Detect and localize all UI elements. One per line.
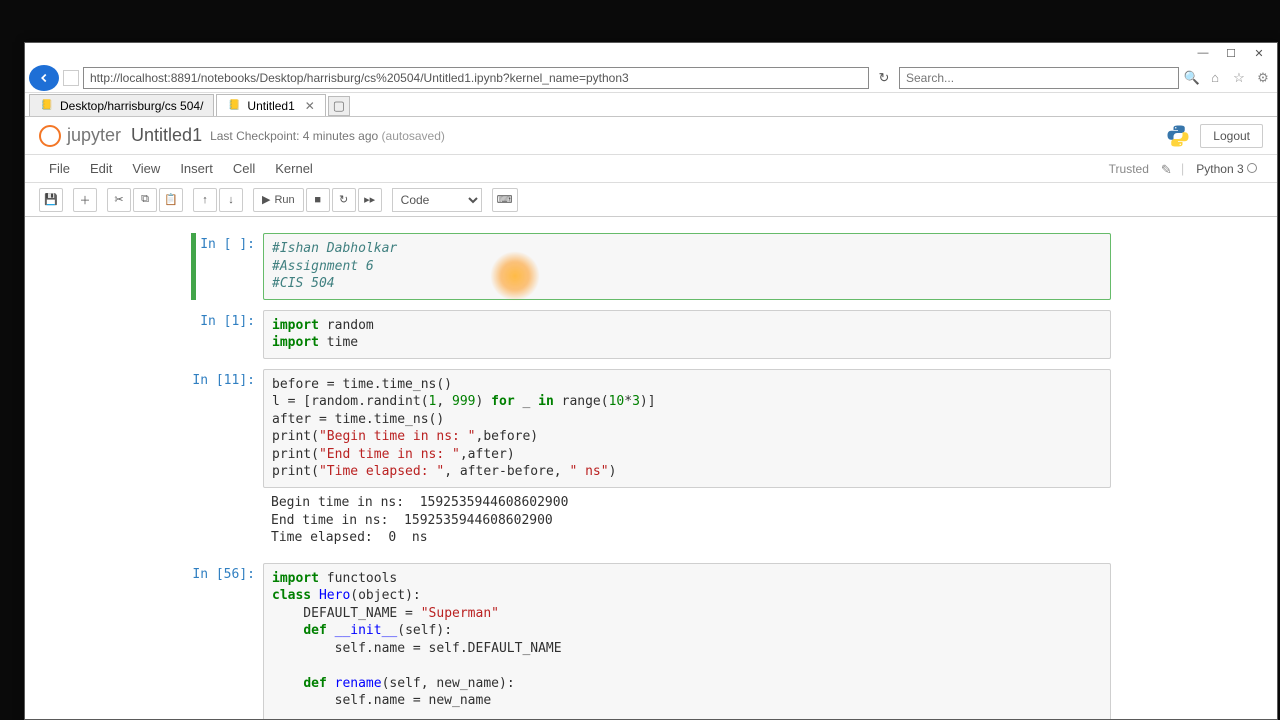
browser-search-input[interactable] xyxy=(899,67,1179,89)
copy-button[interactable]: ⧉ xyxy=(133,188,157,212)
code-input[interactable]: import random import time xyxy=(263,310,1111,359)
interrupt-button[interactable]: ■ xyxy=(306,188,330,212)
jupyter-app: jupyter Untitled1 Last Checkpoint: 4 min… xyxy=(25,117,1277,719)
restart-button[interactable]: ↻ xyxy=(332,188,356,212)
browser-tab-1[interactable]: 📒 Untitled1 ✕ xyxy=(216,94,325,116)
jupyter-tab-icon: 📒 xyxy=(227,99,241,113)
jupyter-tab-icon: 📒 xyxy=(40,99,54,113)
window-titlebar: — ☐ ✕ xyxy=(25,43,1277,63)
browser-tab-0[interactable]: 📒 Desktop/harrisburg/cs 504/ xyxy=(29,94,214,116)
cell-body: import random import time xyxy=(263,310,1111,359)
cell-output: Begin time in ns: 1592535944608602900 En… xyxy=(263,488,1111,553)
restart-run-all-button[interactable]: ▸▸ xyxy=(358,188,382,212)
cell-prompt: In [1]: xyxy=(191,310,263,359)
move-down-button[interactable]: ↓ xyxy=(219,188,243,212)
cell-prompt: In [11]: xyxy=(191,369,263,553)
jupyter-brand-text: jupyter xyxy=(67,125,121,146)
menu-view[interactable]: View xyxy=(122,157,170,180)
favorites-icon[interactable]: ☆ xyxy=(1229,68,1249,88)
notebook-name[interactable]: Untitled1 xyxy=(131,125,202,146)
code-input[interactable]: before = time.time_ns() l = [random.rand… xyxy=(263,369,1111,488)
menu-file[interactable]: File xyxy=(39,157,80,180)
menu-cell[interactable]: Cell xyxy=(223,157,265,180)
jupyter-logo-icon xyxy=(39,125,61,147)
cell-body: import functools class Hero(object): DEF… xyxy=(263,563,1111,719)
close-button[interactable]: ✕ xyxy=(1245,44,1273,62)
save-button[interactable]: 💾 xyxy=(39,188,63,212)
tab-title: Untitled1 xyxy=(247,99,294,113)
cell-type-select[interactable]: Code xyxy=(392,188,482,212)
jupyter-toolbar: 💾 ＋ ✂ ⧉ 📋 ↑ ↓ ▶ Run ■ ↻ ▸▸ Code xyxy=(25,183,1277,217)
browser-tabs: 📒 Desktop/harrisburg/cs 504/ 📒 Untitled1… xyxy=(25,93,1277,117)
tools-icon[interactable]: ⚙ xyxy=(1253,68,1273,88)
minimize-button[interactable]: — xyxy=(1189,44,1217,62)
address-bar-row: ↻ 🔍 ⌂ ☆ ⚙ xyxy=(25,63,1277,93)
menu-edit[interactable]: Edit xyxy=(80,157,122,180)
logout-button[interactable]: Logout xyxy=(1200,124,1263,148)
maximize-button[interactable]: ☐ xyxy=(1217,44,1245,62)
code-input[interactable]: import functools class Hero(object): DEF… xyxy=(263,563,1111,719)
notebook-body[interactable]: In [ ]:#Ishan Dabholkar #Assignment 6 #C… xyxy=(25,217,1277,719)
command-palette-button[interactable]: ⌨ xyxy=(492,188,518,212)
menu-insert[interactable]: Insert xyxy=(170,157,223,180)
jupyter-logo[interactable]: jupyter xyxy=(39,125,121,147)
pencil-icon[interactable]: ✎ xyxy=(1161,162,1175,176)
python-icon xyxy=(1166,124,1190,148)
cut-button[interactable]: ✂ xyxy=(107,188,131,212)
trusted-indicator[interactable]: Trusted xyxy=(1103,160,1155,178)
paste-button[interactable]: 📋 xyxy=(159,188,183,212)
page-icon xyxy=(63,70,79,86)
cell-prompt: In [56]: xyxy=(191,563,263,719)
cell-body: before = time.time_ns() l = [random.rand… xyxy=(263,369,1111,553)
browser-window: — ☐ ✕ ↻ 🔍 ⌂ ☆ ⚙ 📒 Desktop/harrisburg/cs … xyxy=(24,42,1278,720)
home-icon[interactable]: ⌂ xyxy=(1205,68,1225,88)
kernel-name[interactable]: Python 3 xyxy=(1190,160,1263,178)
code-input[interactable]: #Ishan Dabholkar #Assignment 6 #CIS 504 xyxy=(263,233,1111,300)
cell-prompt: In [ ]: xyxy=(191,233,263,300)
kernel-idle-icon xyxy=(1247,163,1257,173)
insert-cell-button[interactable]: ＋ xyxy=(73,188,97,212)
notebook-cell[interactable]: In [1]:import random import time xyxy=(191,310,1111,359)
refresh-button[interactable]: ↻ xyxy=(873,67,895,89)
url-input[interactable] xyxy=(83,67,869,89)
search-go-icon[interactable]: 🔍 xyxy=(1183,70,1201,86)
new-tab-button[interactable]: ▢ xyxy=(328,96,350,116)
move-up-button[interactable]: ↑ xyxy=(193,188,217,212)
checkpoint-text: Last Checkpoint: 4 minutes ago (autosave… xyxy=(210,129,445,143)
run-button[interactable]: ▶ Run xyxy=(253,188,304,212)
cell-body: #Ishan Dabholkar #Assignment 6 #CIS 504 xyxy=(263,233,1111,300)
jupyter-menubar: File Edit View Insert Cell Kernel Truste… xyxy=(25,155,1277,183)
back-button[interactable] xyxy=(29,65,59,91)
notebook-cell[interactable]: In [56]:import functools class Hero(obje… xyxy=(191,563,1111,719)
notebook-cell[interactable]: In [ ]:#Ishan Dabholkar #Assignment 6 #C… xyxy=(191,233,1111,300)
jupyter-header: jupyter Untitled1 Last Checkpoint: 4 min… xyxy=(25,117,1277,155)
menu-kernel[interactable]: Kernel xyxy=(265,157,323,180)
notebook-cell[interactable]: In [11]:before = time.time_ns() l = [ran… xyxy=(191,369,1111,553)
tab-title: Desktop/harrisburg/cs 504/ xyxy=(60,99,203,113)
tab-close-icon[interactable]: ✕ xyxy=(305,99,315,113)
